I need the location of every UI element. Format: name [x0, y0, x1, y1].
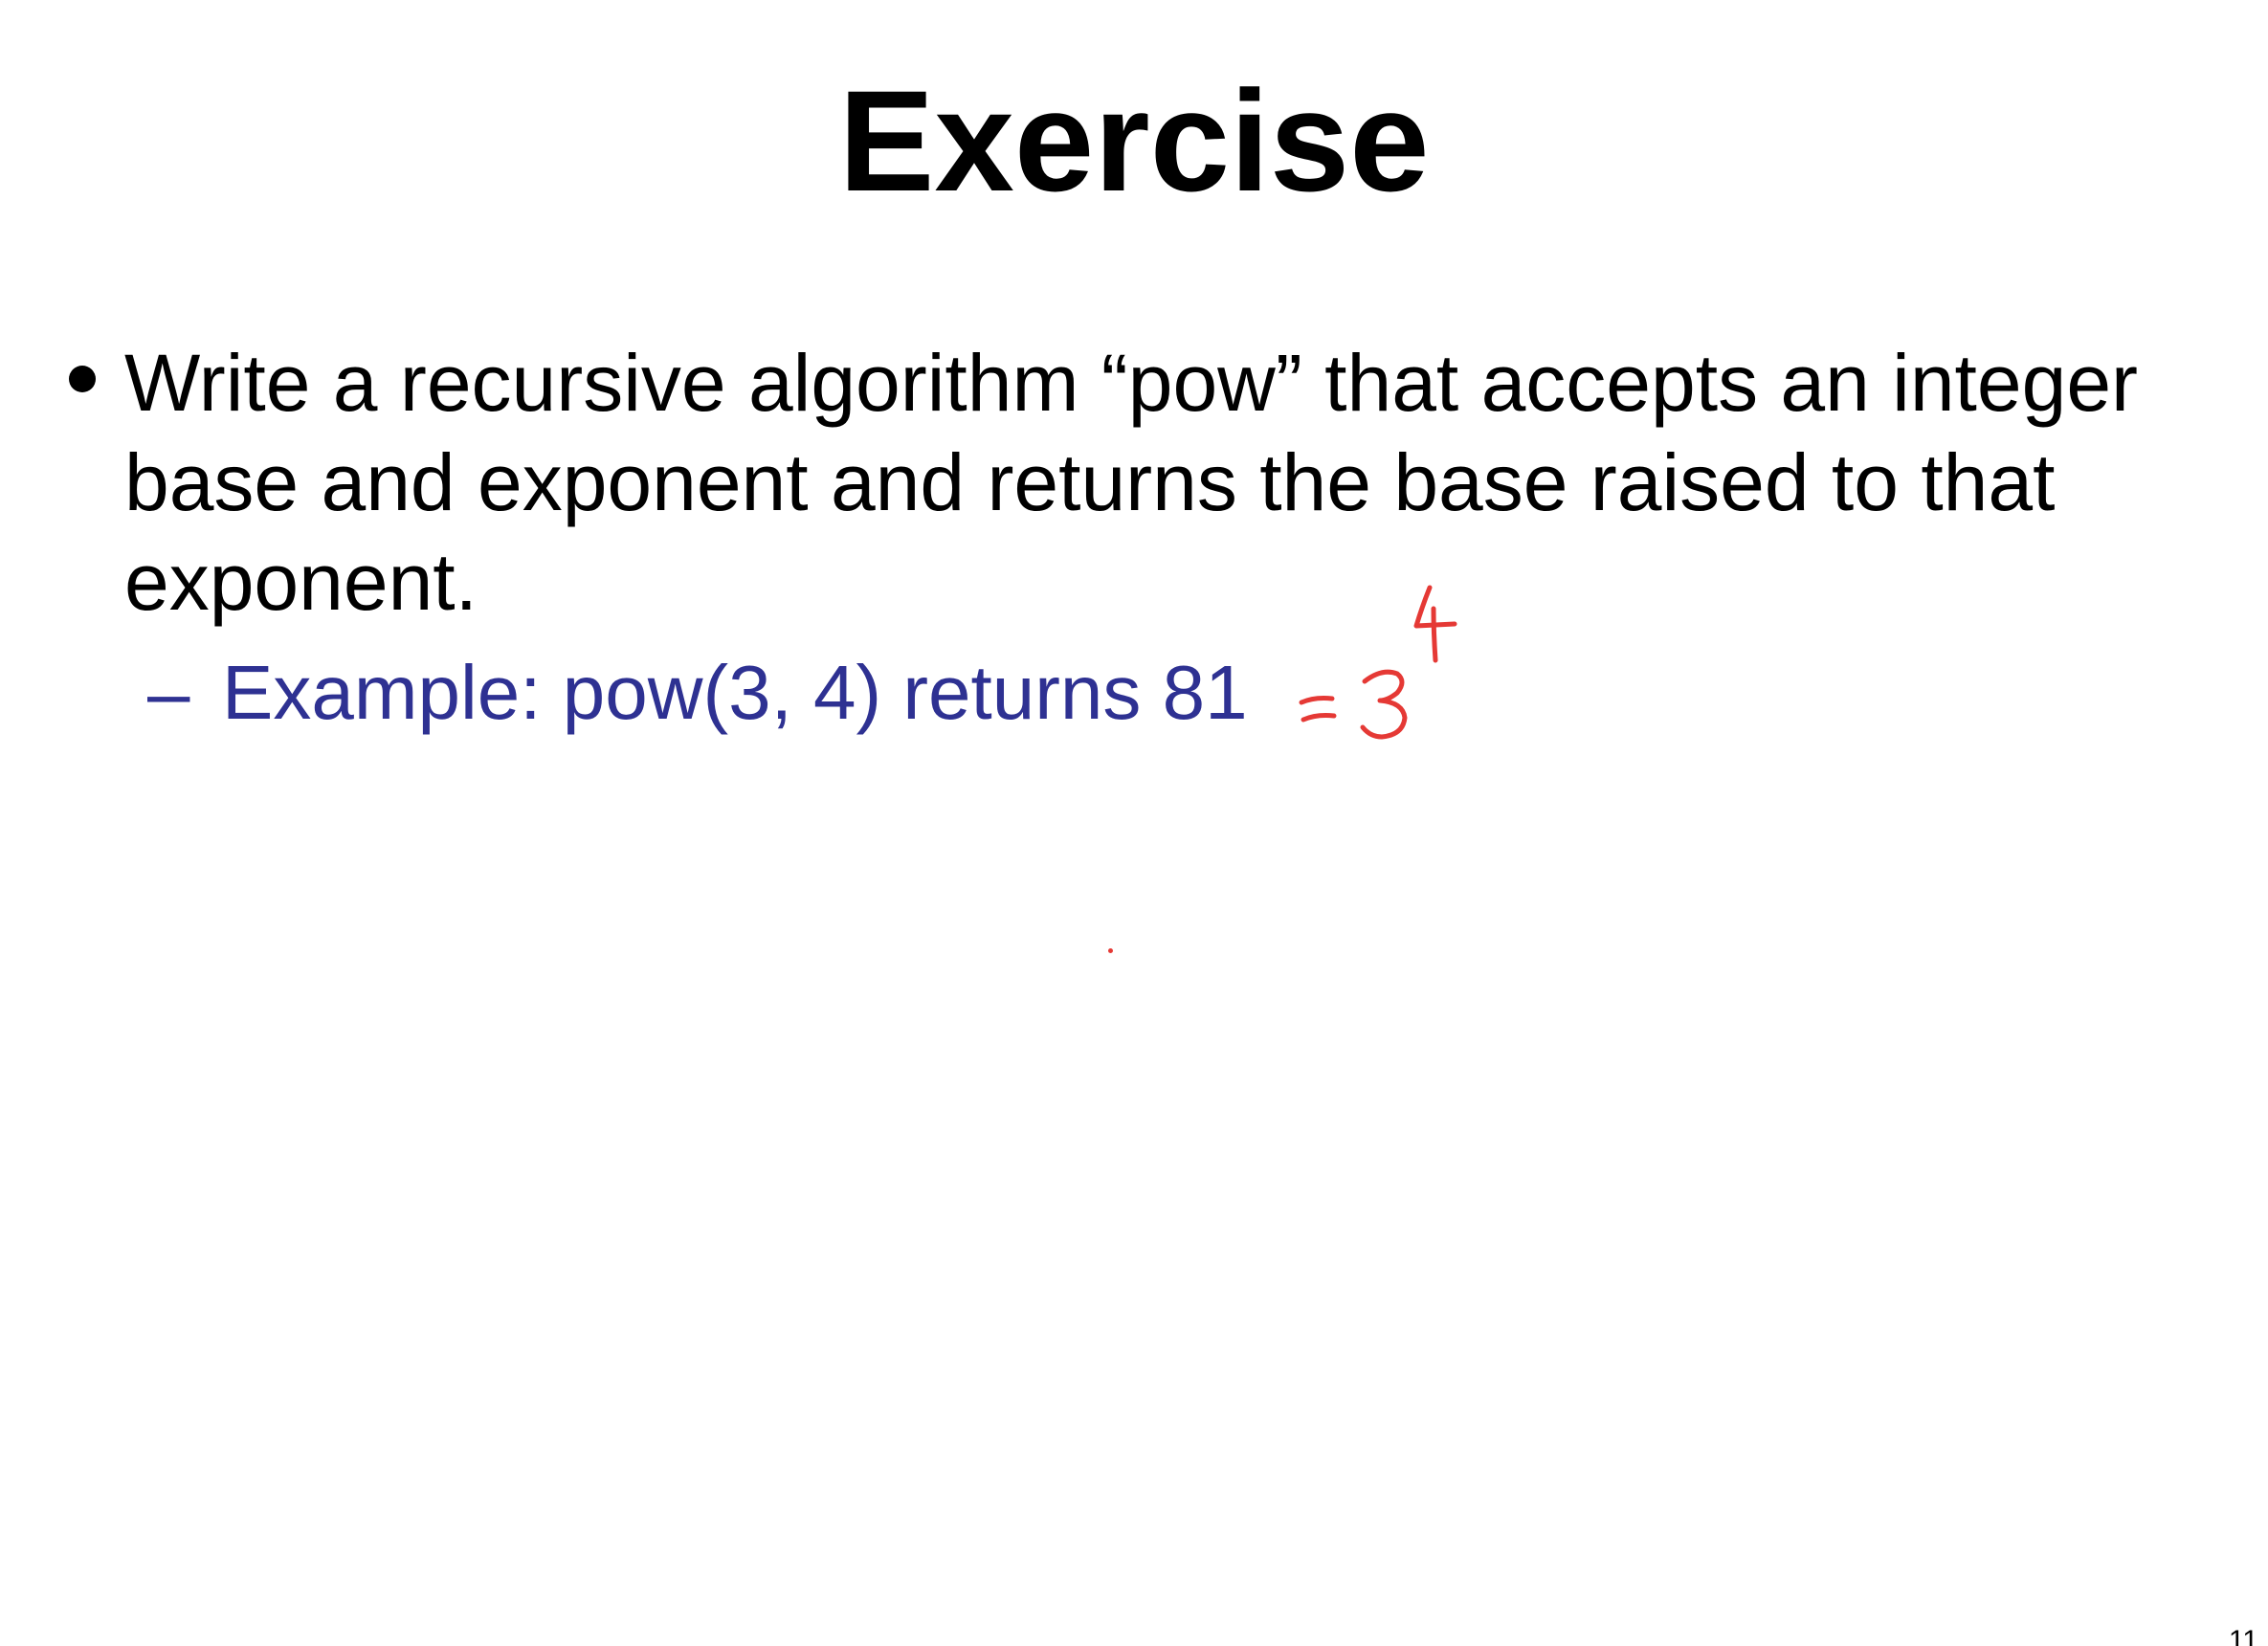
sub-bullet-text: Example: pow(3, 4) returns 81: [222, 650, 1248, 735]
handwritten-base-3: [1360, 669, 1408, 740]
handwritten-equals: [1299, 696, 1337, 723]
handwritten-annotation: = 3^4: [1299, 585, 1457, 740]
slide: Exercise Write a recursive algorithm “po…: [0, 0, 2268, 1646]
sub-bullet-dash: –: [147, 650, 190, 735]
stray-ink-dot: [1108, 948, 1113, 953]
bullet-text: Write a recursive algorithm “pow” that a…: [124, 338, 2139, 627]
slide-title: Exercise: [838, 60, 1430, 221]
page-number: 11: [2228, 1625, 2258, 1646]
bullet-dot-icon: [69, 366, 96, 392]
handwritten-exponent-4: [1413, 585, 1457, 663]
